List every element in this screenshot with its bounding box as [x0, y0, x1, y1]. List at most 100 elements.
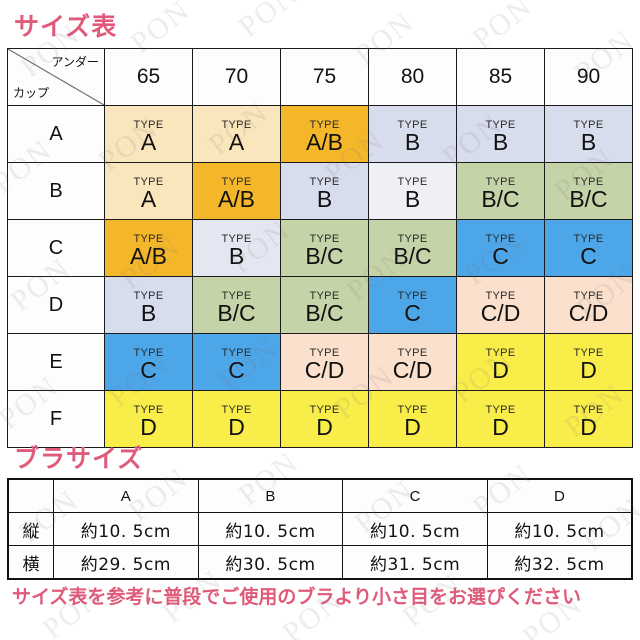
size-chart-header-row: アンダー カップ 65 70 75 80 85 90: [7, 48, 633, 106]
size-chart-type-cell: TYPE A: [192, 105, 281, 163]
size-chart-row: E TYPE C TYPE C TYPE C/D TYPE C/D TYPE D TYPE D: [7, 333, 633, 391]
bra-size-measurement-cell: 約31. 5cm: [342, 545, 488, 580]
type-value-label: A: [228, 128, 245, 155]
size-chart-title: サイズ表: [14, 12, 118, 41]
type-value-label: D: [492, 413, 509, 440]
type-value-label: D: [140, 413, 157, 440]
size-chart-column-header: 90: [544, 48, 633, 106]
bra-size-column-header: A: [53, 478, 199, 513]
bra-size-measurement-cell: 約32. 5cm: [486, 545, 633, 580]
type-value-label: C/D: [392, 356, 433, 383]
size-chart-type-cell: TYPE D: [280, 390, 369, 448]
type-value-label: B/C: [393, 242, 432, 269]
size-chart-type-cell: TYPE D: [544, 333, 633, 391]
size-chart-type-cell: TYPE C: [192, 333, 281, 391]
type-value-label: A: [140, 128, 157, 155]
type-value-label: B: [404, 128, 421, 155]
type-value-label: C/D: [568, 299, 609, 326]
bra-size-row-header: 縦: [7, 512, 54, 546]
size-chart-type-cell: TYPE C/D: [544, 276, 633, 334]
size-chart-row: D TYPE B TYPE B/C TYPE B/C TYPE C TYPE C/D TYPE C/D: [7, 276, 633, 334]
type-value-label: D: [580, 356, 597, 383]
size-chart-type-cell: TYPE B/C: [456, 162, 545, 220]
type-value-label: C/D: [480, 299, 521, 326]
bra-size-row: 横約29. 5cm 約30. 5cm 約31. 5cm 約32. 5cm: [7, 545, 633, 580]
size-chart-row: C TYPE A/B TYPE B TYPE B/C TYPE B/C TYPE C TYPE C: [7, 219, 633, 277]
type-value-label: B: [404, 185, 421, 212]
size-chart-type-cell: TYPE D: [456, 390, 545, 448]
size-chart-row-header: A: [7, 105, 105, 163]
size-chart-column-header: 70: [192, 48, 281, 106]
type-value-label: A/B: [129, 242, 168, 269]
bra-size-column-header: B: [197, 478, 344, 513]
size-chart-type-cell: TYPE D: [368, 390, 457, 448]
watermark-text: PON: [232, 0, 305, 44]
size-chart-type-cell: TYPE B: [456, 105, 545, 163]
type-value-label: B/C: [481, 185, 520, 212]
size-chart-type-cell: TYPE C: [104, 333, 193, 391]
size-chart-type-cell: TYPE A: [104, 162, 193, 220]
size-chart-body: アンダー カップ 65 70 75 80 85 90 A TYPE A TYPE A TYPE A/B TYP…: [7, 48, 633, 448]
size-chart-corner-cell: アンダーカップ: [7, 48, 105, 106]
type-value-label: B/C: [305, 299, 344, 326]
size-chart-row-header: D: [7, 276, 105, 334]
size-chart-type-cell: TYPE A: [104, 105, 193, 163]
size-chart-type-cell: TYPE B: [104, 276, 193, 334]
type-value-label: B/C: [217, 299, 256, 326]
type-value-label: C: [404, 299, 421, 326]
type-value-label: B: [580, 128, 597, 155]
footer-note: サイズ表を参考に普段でご使用のブラより小さ目をお選ぴください: [12, 586, 582, 608]
size-chart-row-header: F: [7, 390, 105, 448]
type-value-label: D: [492, 356, 509, 383]
bra-size-table: A B C D 縦約10. 5cm 約10. 5cm 約10. 5cm 約10. 5cm 横約2…: [7, 478, 633, 580]
size-chart-type-cell: TYPE B: [368, 162, 457, 220]
size-chart-type-cell: TYPE C/D: [456, 276, 545, 334]
type-value-label: D: [316, 413, 333, 440]
corner-cup-label: カップ: [13, 86, 50, 100]
size-chart-type-cell: TYPE B/C: [368, 219, 457, 277]
size-chart-type-cell: TYPE A/B: [192, 162, 281, 220]
size-chart-table: アンダー カップ 65 70 75 80 85 90 A TYPE A TYPE A TYPE A/B TYP…: [7, 48, 633, 448]
bra-size-measurement-cell: 約30. 5cm: [197, 545, 344, 580]
size-chart-type-cell: TYPE C/D: [280, 333, 369, 391]
size-chart-column-header: 80: [368, 48, 457, 106]
size-chart-type-cell: TYPE D: [104, 390, 193, 448]
bra-size-column-header: C: [342, 478, 488, 513]
corner-under-label: アンダー: [51, 55, 99, 69]
bra-size-measurement-cell: 約10. 5cm: [197, 512, 344, 546]
bra-size-title: ブラサイズ: [14, 444, 144, 473]
size-chart-row: A TYPE A TYPE A TYPE A/B TYPE B TYPE B TYPE B: [7, 105, 633, 163]
size-chart-column-header: 65: [104, 48, 193, 106]
type-value-label: B/C: [569, 185, 608, 212]
type-value-label: C: [492, 242, 509, 269]
type-value-label: A/B: [305, 128, 344, 155]
type-value-label: D: [580, 413, 597, 440]
type-value-label: D: [404, 413, 421, 440]
bra-size-row: 縦約10. 5cm 約10. 5cm 約10. 5cm 約10. 5cm: [7, 512, 633, 546]
size-chart-type-cell: TYPE C/D: [368, 333, 457, 391]
size-chart-row: F TYPE D TYPE D TYPE D TYPE D TYPE D TYPE D: [7, 390, 633, 448]
type-value-label: B: [316, 185, 333, 212]
bra-size-measurement-cell: 約10. 5cm: [486, 512, 633, 546]
type-value-label: C: [228, 356, 245, 383]
type-value-label: C/D: [304, 356, 345, 383]
size-chart-type-cell: TYPE D: [456, 333, 545, 391]
size-chart-type-cell: TYPE B/C: [280, 219, 369, 277]
size-chart-type-cell: TYPE B/C: [192, 276, 281, 334]
bra-size-corner-cell: [7, 478, 54, 513]
type-value-label: B: [140, 299, 157, 326]
size-chart-row-header: B: [7, 162, 105, 220]
size-chart-type-cell: TYPE C: [368, 276, 457, 334]
size-chart-type-cell: TYPE A/B: [280, 105, 369, 163]
type-value-label: B: [228, 242, 245, 269]
type-value-label: B/C: [305, 242, 344, 269]
size-chart-type-cell: TYPE D: [544, 390, 633, 448]
size-chart-column-header: 85: [456, 48, 545, 106]
bra-size-header-row: ABCD: [7, 478, 633, 513]
size-chart-row-header: E: [7, 333, 105, 391]
bra-size-measurement-cell: 約10. 5cm: [342, 512, 488, 546]
type-value-label: C: [580, 242, 597, 269]
type-value-label: A: [140, 185, 157, 212]
type-value-label: C: [140, 356, 157, 383]
bra-size-measurement-cell: 約10. 5cm: [53, 512, 199, 546]
